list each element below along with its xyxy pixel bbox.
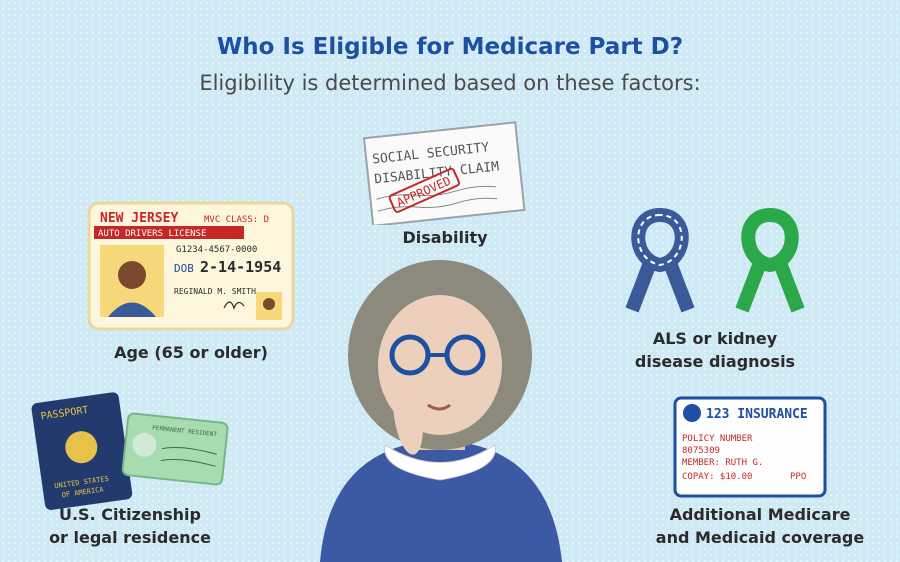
insurance-plan: PPO xyxy=(790,472,806,482)
label-als: ALS or kidney disease diagnosis xyxy=(615,327,815,373)
als-awareness-ribbon-icon xyxy=(625,207,695,313)
license-holder-name: REGINALD M. SMITH xyxy=(174,287,256,296)
license-mvc: MVC CLASS: D xyxy=(204,215,269,225)
license-dob: 2-14-1954 xyxy=(200,258,281,276)
insurance-policy-label: POLICY NUMBER xyxy=(682,434,753,444)
license-dob-label: DOB xyxy=(174,262,194,275)
label-als-line1: ALS or kidney xyxy=(652,329,778,348)
insurance-policy-number: 8075309 xyxy=(682,446,720,456)
license-number: G1234-4567-0000 xyxy=(176,245,257,255)
label-coverage-line2: and Medicaid coverage xyxy=(655,528,865,547)
insurance-company: 123 INSURANCE xyxy=(706,407,808,422)
license-state: NEW JERSEY xyxy=(100,211,178,226)
insurance-member: MEMBER: RUTH G. xyxy=(682,458,763,468)
label-citizenship-line1: U.S. Citizenship xyxy=(58,505,201,524)
label-citizenship: U.S. Citizenship or legal residence xyxy=(20,503,240,549)
label-coverage-line1: Additional Medicare xyxy=(669,505,851,524)
license-type: AUTO DRIVERS LICENSE xyxy=(98,229,206,239)
page-title: Who Is Eligible for Medicare Part D? xyxy=(216,34,684,60)
label-coverage: Additional Medicare and Medicaid coverag… xyxy=(640,503,880,549)
insurance-card: 123 INSURANCE POLICY NUMBER 8075309 MEMB… xyxy=(673,396,827,498)
insurance-copay: COPAY: $10.00 xyxy=(682,472,752,482)
label-als-line2: disease diagnosis xyxy=(634,352,796,371)
green-card-icon: PERMANENT RESIDENT xyxy=(121,412,229,486)
woman-thinking-illustration xyxy=(320,260,562,562)
label-citizenship-line2: or legal residence xyxy=(49,528,211,547)
disability-claim-document: SOCIAL SECURITY DISABILITY CLAIM APPROVE… xyxy=(362,121,526,225)
kidney-disease-ribbon-icon xyxy=(735,207,805,313)
page-subtitle: Eligibility is determined based on these… xyxy=(199,71,701,95)
label-age: Age (65 or older) xyxy=(114,343,268,362)
drivers-license-card: NEW JERSEY MVC CLASS: D AUTO DRIVERS LIC… xyxy=(87,201,295,331)
